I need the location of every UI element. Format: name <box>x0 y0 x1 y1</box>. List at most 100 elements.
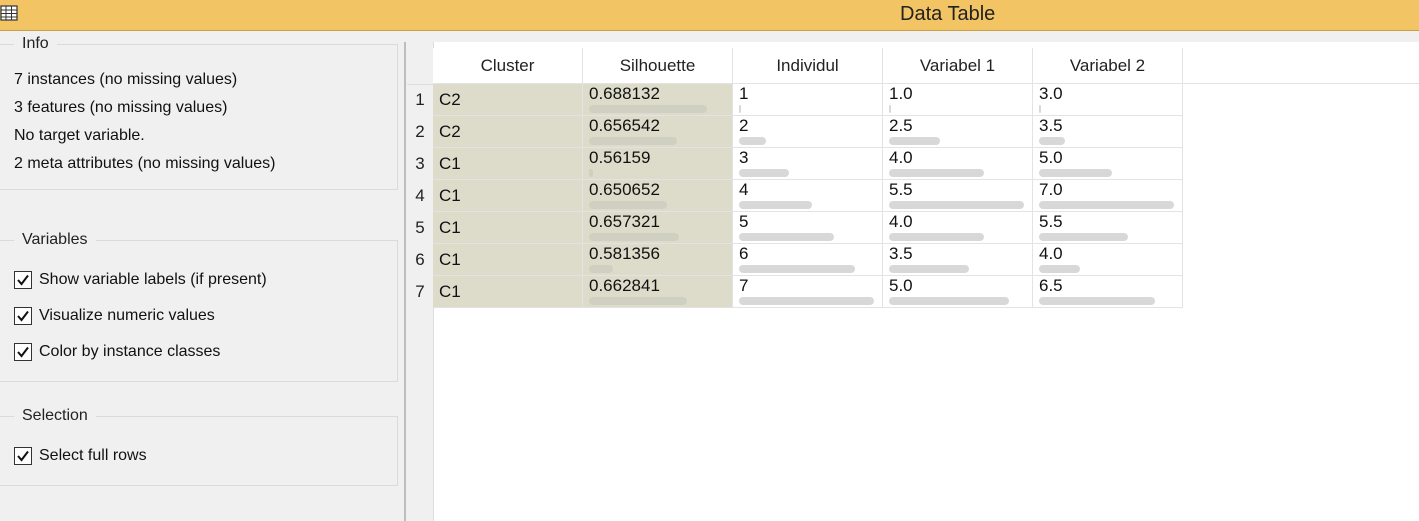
row-number[interactable]: 3 <box>407 148 433 180</box>
window-title: Data Table <box>900 3 996 25</box>
color-by-class-checkbox[interactable] <box>14 343 32 361</box>
cell-cluster[interactable]: C1 <box>433 244 583 276</box>
table-corner-button[interactable] <box>407 42 433 85</box>
cell-value: 2 <box>739 116 749 135</box>
value-bar <box>739 201 812 209</box>
show-variable-labels-checkbox[interactable] <box>14 271 32 289</box>
show-variable-labels-label: Show variable labels (if present) <box>39 271 267 288</box>
cell-variabel-1[interactable]: 5.0 <box>883 276 1033 308</box>
cell-individul[interactable]: 4 <box>733 180 883 212</box>
check-icon <box>17 274 29 286</box>
cell-variabel-1[interactable]: 5.5 <box>883 180 1033 212</box>
cell-variabel-2[interactable]: 3.5 <box>1033 116 1183 148</box>
cell-cluster[interactable]: C2 <box>433 116 583 148</box>
cell-variabel-1[interactable]: 3.5 <box>883 244 1033 276</box>
cell-variabel-2[interactable]: 7.0 <box>1033 180 1183 212</box>
value-bar <box>1039 297 1155 305</box>
value-bar <box>1039 265 1080 273</box>
cell-individul[interactable]: 6 <box>733 244 883 276</box>
cell-individul[interactable]: 5 <box>733 212 883 244</box>
column-header-empty <box>1183 48 1419 84</box>
column-header-variabel-2[interactable]: Variabel 2 <box>1033 48 1183 84</box>
select-full-rows-checkbox[interactable] <box>14 447 32 465</box>
row-number[interactable]: 2 <box>407 116 433 148</box>
cell-value: 4.0 <box>889 148 913 167</box>
row-number[interactable]: 7 <box>407 276 433 308</box>
value-bar <box>889 265 969 273</box>
panel-splitter[interactable] <box>404 42 406 521</box>
column-header-cluster[interactable]: Cluster <box>433 48 583 84</box>
cell-value: 0.688132 <box>589 84 660 103</box>
variables-title: Variables <box>14 231 96 249</box>
row-number[interactable]: 4 <box>407 180 433 212</box>
visualize-numeric-checkbox[interactable] <box>14 307 32 325</box>
column-header-variabel-1[interactable]: Variabel 1 <box>883 48 1033 84</box>
value-bar <box>739 137 766 145</box>
cell-value: 0.56159 <box>589 148 651 167</box>
cell-silhouette[interactable]: 0.656542 <box>583 116 733 148</box>
value-bar <box>739 169 789 177</box>
cell-variabel-2[interactable]: 5.5 <box>1033 212 1183 244</box>
value-bar <box>589 169 593 177</box>
row-number[interactable]: 1 <box>407 84 433 116</box>
cell-variabel-2[interactable]: 3.0 <box>1033 84 1183 116</box>
cell-variabel-2[interactable]: 6.5 <box>1033 276 1183 308</box>
row-number[interactable]: 5 <box>407 212 433 244</box>
info-box: Info 7 instances (no missing values) 3 f… <box>0 35 398 190</box>
cell-value: 5.5 <box>889 180 913 199</box>
cell-value: C2 <box>439 90 461 109</box>
cell-value: 3.5 <box>889 244 913 263</box>
row-number[interactable]: 6 <box>407 244 433 276</box>
data-table[interactable]: Cluster Silhouette Individul Variabel 1 … <box>407 42 1419 521</box>
info-meta: 2 meta attributes (no missing values) <box>14 155 276 172</box>
check-icon <box>17 310 29 322</box>
select-full-rows-option[interactable]: Select full rows <box>14 445 147 467</box>
value-bar <box>589 201 667 209</box>
column-header-silhouette[interactable]: Silhouette <box>583 48 733 84</box>
cell-cluster[interactable]: C1 <box>433 276 583 308</box>
value-bar <box>889 201 1024 209</box>
cell-silhouette[interactable]: 0.581356 <box>583 244 733 276</box>
color-by-class-label: Color by instance classes <box>39 343 221 360</box>
cell-individul[interactable]: 1 <box>733 84 883 116</box>
color-by-class-option[interactable]: Color by instance classes <box>14 341 220 363</box>
cell-cluster[interactable]: C2 <box>433 84 583 116</box>
value-bar <box>889 137 940 145</box>
cell-value: C1 <box>439 154 461 173</box>
info-target: No target variable. <box>14 127 145 144</box>
cell-value: 6 <box>739 244 749 263</box>
cell-value: 4.0 <box>889 212 913 231</box>
value-bar <box>589 137 677 145</box>
cell-individul[interactable]: 2 <box>733 116 883 148</box>
show-variable-labels-option[interactable]: Show variable labels (if present) <box>14 269 267 291</box>
cell-value: 2.5 <box>889 116 913 135</box>
value-bar <box>739 297 874 305</box>
visualize-numeric-option[interactable]: Visualize numeric values <box>14 305 215 327</box>
cell-value: C1 <box>439 186 461 205</box>
cell-silhouette[interactable]: 0.657321 <box>583 212 733 244</box>
cell-cluster[interactable]: C1 <box>433 180 583 212</box>
cell-variabel-2[interactable]: 5.0 <box>1033 148 1183 180</box>
cell-cluster[interactable]: C1 <box>433 148 583 180</box>
cell-cluster[interactable]: C1 <box>433 212 583 244</box>
cell-variabel-1[interactable]: 2.5 <box>883 116 1033 148</box>
cell-individul[interactable]: 7 <box>733 276 883 308</box>
check-icon <box>17 450 29 462</box>
selection-title: Selection <box>14 407 96 425</box>
column-header-individul[interactable]: Individul <box>733 48 883 84</box>
cell-variabel-1[interactable]: 4.0 <box>883 212 1033 244</box>
value-bar <box>589 265 613 273</box>
cell-variabel-1[interactable]: 4.0 <box>883 148 1033 180</box>
cell-variabel-2[interactable]: 4.0 <box>1033 244 1183 276</box>
cell-silhouette[interactable]: 0.662841 <box>583 276 733 308</box>
cell-silhouette[interactable]: 0.688132 <box>583 84 733 116</box>
cell-value: 5.5 <box>1039 212 1063 231</box>
cell-silhouette[interactable]: 0.56159 <box>583 148 733 180</box>
cell-silhouette[interactable]: 0.650652 <box>583 180 733 212</box>
value-bar <box>1039 105 1041 113</box>
cell-value: 0.581356 <box>589 244 660 263</box>
cell-value: C1 <box>439 250 461 269</box>
cell-individul[interactable]: 3 <box>733 148 883 180</box>
cell-value: 0.656542 <box>589 116 660 135</box>
cell-variabel-1[interactable]: 1.0 <box>883 84 1033 116</box>
